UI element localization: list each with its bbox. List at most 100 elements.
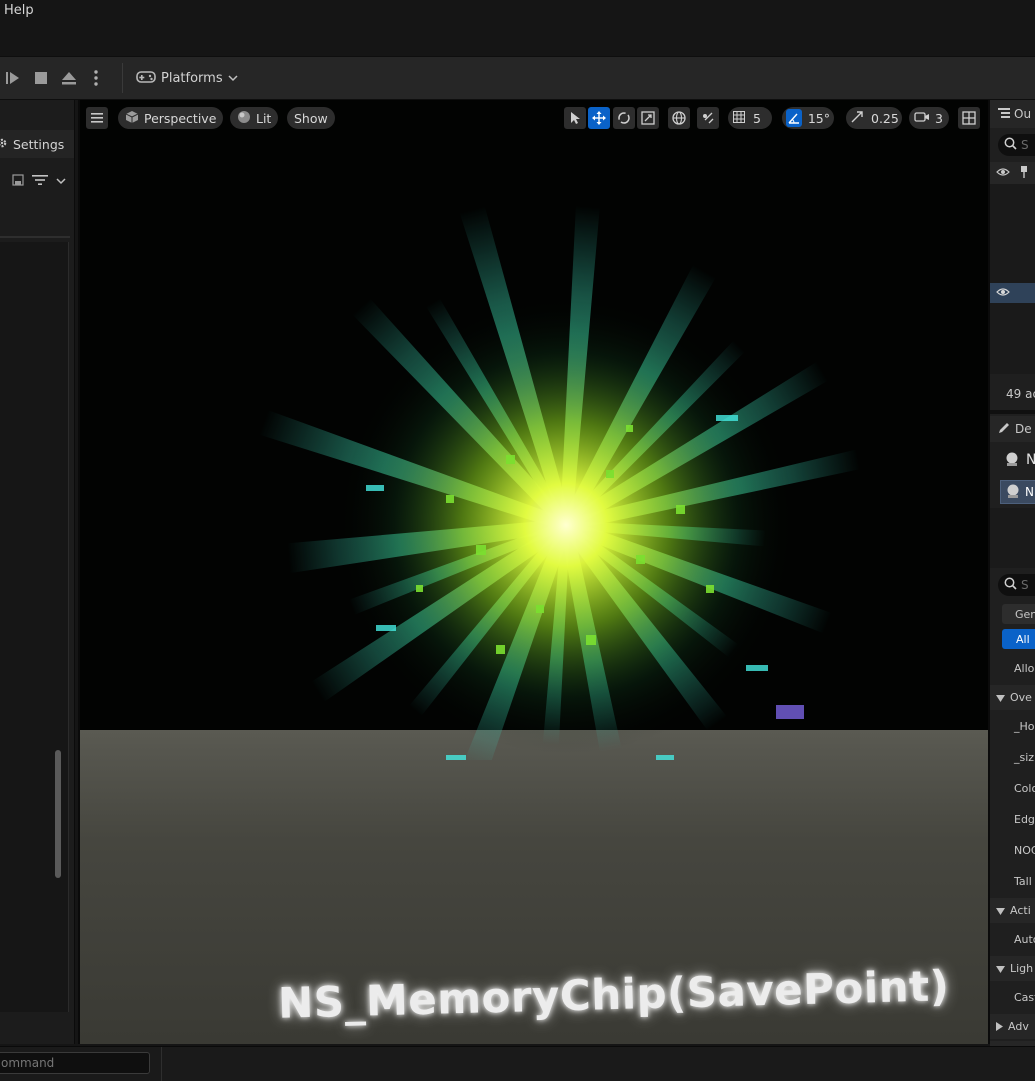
filter-general-button[interactable]: Gen bbox=[1002, 604, 1035, 624]
property-row[interactable]: Tall bbox=[990, 867, 1035, 896]
eject-icon[interactable] bbox=[58, 66, 80, 90]
stop-icon[interactable] bbox=[30, 66, 52, 90]
property-label: Tall bbox=[1014, 875, 1032, 888]
property-label: _Ho bbox=[1014, 720, 1035, 733]
cube-icon bbox=[125, 110, 139, 127]
right-panels: Ou S 49 ac De N N bbox=[988, 100, 1035, 1066]
property-label: Acti bbox=[1010, 904, 1031, 917]
camera-speed-button[interactable]: 3 bbox=[909, 107, 949, 129]
outliner-search-placeholder: S bbox=[1021, 138, 1029, 152]
property-row[interactable]: _siz bbox=[990, 743, 1035, 772]
details-title: De bbox=[1015, 422, 1032, 436]
status-bar bbox=[0, 1046, 1035, 1081]
component-row-selected[interactable]: N bbox=[1000, 480, 1035, 504]
angle-icon bbox=[786, 109, 802, 127]
pencil-icon bbox=[998, 422, 1010, 437]
show-button[interactable]: Show bbox=[287, 107, 335, 129]
property-row[interactable]: Allo bbox=[990, 654, 1035, 683]
chevron-down-icon bbox=[228, 71, 238, 86]
platforms-button[interactable]: Platforms bbox=[136, 66, 238, 90]
details-tab[interactable]: De bbox=[990, 416, 1035, 442]
particle-burst bbox=[258, 204, 861, 760]
save-icon[interactable] bbox=[12, 173, 24, 189]
scale-snap-button[interactable]: 0.25 bbox=[846, 107, 902, 129]
settings-button[interactable]: Settings bbox=[0, 130, 74, 158]
outliner-list bbox=[990, 184, 1035, 374]
pin-icon[interactable] bbox=[1020, 165, 1028, 181]
chevron-down-icon[interactable] bbox=[56, 174, 66, 188]
actor-icon bbox=[1005, 483, 1021, 502]
outliner-row-selected[interactable] bbox=[990, 283, 1035, 303]
layout-icon[interactable] bbox=[958, 107, 980, 129]
status-separator bbox=[161, 1047, 162, 1081]
search-icon bbox=[1004, 137, 1017, 153]
selected-actor-name: N bbox=[1026, 452, 1035, 468]
scale-tool-icon[interactable] bbox=[637, 107, 659, 129]
property-label: Ligh bbox=[1010, 962, 1034, 975]
outliner-tab[interactable]: Ou bbox=[990, 100, 1035, 128]
console-command-input[interactable] bbox=[0, 1052, 150, 1074]
actor-icon bbox=[1004, 451, 1020, 470]
viewport-menu-icon[interactable] bbox=[86, 107, 108, 129]
details-search[interactable]: S bbox=[998, 574, 1035, 596]
chevron-down-icon bbox=[996, 691, 1005, 705]
camera-icon bbox=[914, 111, 930, 126]
left-list bbox=[0, 242, 69, 1012]
property-row[interactable]: NOC bbox=[990, 836, 1035, 865]
eye-icon[interactable] bbox=[996, 286, 1010, 300]
grid-snap-button[interactable]: 5 bbox=[728, 107, 772, 129]
camera-speed-value: 3 bbox=[935, 110, 943, 126]
menu-help[interactable]: Help bbox=[4, 3, 34, 18]
scrollbar-thumb[interactable] bbox=[55, 750, 61, 878]
property-row[interactable]: _Ho bbox=[990, 712, 1035, 741]
rotate-tool-icon[interactable] bbox=[613, 107, 635, 129]
show-label: Show bbox=[294, 110, 328, 126]
rotation-snap-button[interactable]: 15° bbox=[782, 107, 834, 129]
select-tool-icon[interactable] bbox=[564, 107, 586, 129]
gear-icon bbox=[0, 137, 8, 152]
list-icon bbox=[998, 107, 1010, 122]
lit-button[interactable]: Lit bbox=[230, 107, 279, 129]
filter-all-button[interactable]: All bbox=[1002, 629, 1035, 649]
more-options-icon[interactable] bbox=[88, 66, 104, 90]
category-row[interactable]: Ligh bbox=[990, 956, 1035, 981]
perspective-label: Perspective bbox=[144, 110, 217, 126]
category-row[interactable]: Acti bbox=[990, 898, 1035, 923]
perspective-button[interactable]: Perspective bbox=[118, 107, 224, 129]
chevron-down-icon bbox=[996, 962, 1005, 976]
settings-label: Settings bbox=[13, 136, 65, 152]
surface-snap-icon[interactable] bbox=[697, 107, 719, 129]
property-label: Ove bbox=[1010, 691, 1032, 704]
details-search-placeholder: S bbox=[1021, 578, 1029, 592]
property-label: Auto bbox=[1014, 933, 1035, 946]
rotation-snap-value: 15° bbox=[807, 110, 830, 126]
property-label: Adv bbox=[1008, 1020, 1029, 1033]
chevron-right-icon bbox=[996, 1020, 1003, 1034]
grid-snap-value: 5 bbox=[753, 110, 761, 126]
actor-count: 49 ac bbox=[1006, 387, 1035, 401]
play-icon[interactable] bbox=[2, 66, 24, 90]
property-row[interactable]: Colo bbox=[990, 774, 1035, 803]
details-selected-actor: N bbox=[990, 446, 1035, 474]
gamepad-icon bbox=[136, 68, 156, 88]
property-row[interactable]: Auto bbox=[990, 925, 1035, 954]
outliner-search[interactable]: S bbox=[998, 134, 1035, 156]
platforms-label: Platforms bbox=[161, 70, 223, 86]
components-tree bbox=[990, 508, 1035, 568]
main-toolbar: Platforms bbox=[0, 56, 1035, 100]
component-name: N bbox=[1025, 485, 1034, 499]
eye-icon[interactable] bbox=[996, 166, 1010, 180]
category-row[interactable]: Ove bbox=[990, 685, 1035, 710]
panel-divider bbox=[990, 410, 1035, 414]
property-label: Colo bbox=[1014, 782, 1035, 795]
world-space-icon[interactable] bbox=[668, 107, 690, 129]
property-row[interactable]: Cast bbox=[990, 983, 1035, 1012]
toolbar-separator bbox=[122, 63, 123, 93]
property-label: Edge bbox=[1014, 813, 1035, 826]
property-row[interactable]: Edge bbox=[990, 805, 1035, 834]
translate-tool-icon[interactable] bbox=[588, 107, 610, 129]
level-viewport[interactable]: Perspective Lit Show 5 15° 0.25 3 NS_Mem… bbox=[78, 100, 988, 1044]
filter-icon[interactable] bbox=[32, 174, 48, 189]
left-panel: Settings bbox=[0, 100, 75, 1044]
category-row[interactable]: Adv bbox=[990, 1014, 1035, 1039]
